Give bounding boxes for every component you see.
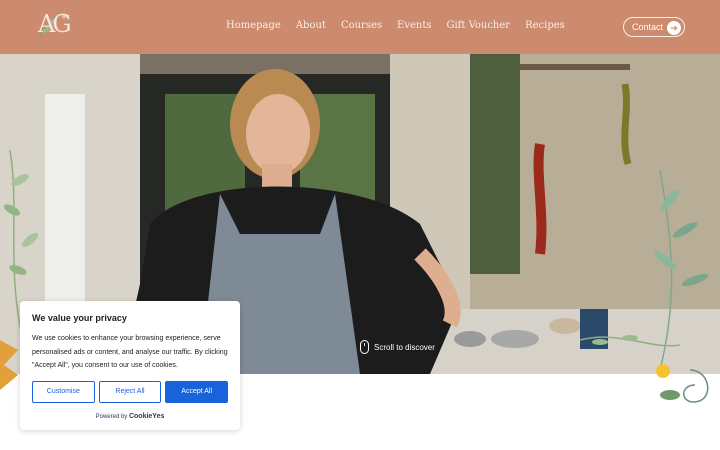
right-leaf-decoration	[579, 170, 709, 403]
powered-by[interactable]: Powered by CookieYes	[32, 413, 228, 420]
cookie-actions: Customise Reject All Accept All	[32, 380, 229, 403]
nav-homepage[interactable]: Homepage	[226, 20, 281, 31]
scroll-label: Scroll to discover	[374, 342, 435, 352]
contact-label: Contact	[632, 22, 664, 32]
nav-gift-voucher[interactable]: Gift Voucher	[446, 20, 510, 31]
cookie-consent-banner: We value your privacy We use cookies to …	[20, 301, 240, 430]
site-logo[interactable]: AG	[34, 8, 74, 46]
logo-text: AG	[38, 10, 71, 38]
site-header: AG Homepage About Courses Events Gift Vo…	[0, 0, 720, 54]
nav-about[interactable]: About	[296, 20, 326, 31]
accept-all-button[interactable]: Accept All	[165, 380, 229, 403]
nav-recipes[interactable]: Recipes	[525, 20, 565, 31]
cookie-title: We value your privacy	[32, 313, 127, 323]
powered-by-label: Powered by	[95, 413, 128, 420]
cookie-body: We use cookies to enhance your browsing …	[32, 335, 228, 369]
reject-all-button[interactable]: Reject All	[98, 380, 162, 403]
nav-events[interactable]: Events	[397, 20, 431, 31]
main-nav: Homepage About Courses Events Gift Vouch…	[226, 20, 565, 31]
nav-courses[interactable]: Courses	[341, 20, 382, 31]
arrow-right-icon: ➔	[667, 20, 681, 35]
contact-button[interactable]: Contact ➔	[623, 17, 685, 37]
cookieyes-logo: CookieYes	[128, 412, 165, 420]
mouse-scroll-icon	[360, 340, 369, 354]
scroll-hint[interactable]: Scroll to discover	[360, 340, 435, 354]
customise-button[interactable]: Customise	[32, 380, 95, 403]
